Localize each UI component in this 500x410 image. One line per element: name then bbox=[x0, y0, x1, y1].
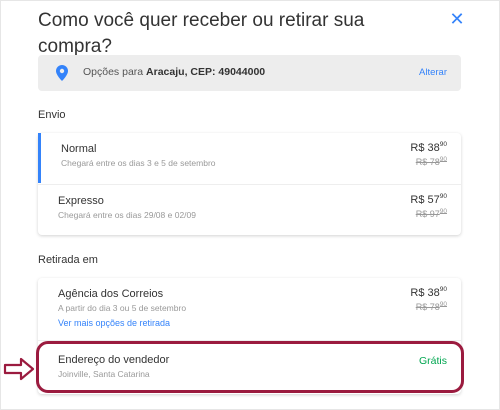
option-name: Expresso bbox=[58, 195, 104, 207]
old-price-cents: 90 bbox=[439, 301, 447, 308]
old-price-int: R$ 78 bbox=[415, 302, 440, 312]
right-arrow-outline-icon bbox=[3, 357, 35, 381]
option-subtitle: Chegará entre os dias 3 e 5 de setembro bbox=[61, 158, 216, 168]
option-name: Agência dos Correios bbox=[58, 288, 164, 300]
change-location-link[interactable]: Alterar bbox=[419, 67, 447, 78]
location-place: Aracaju, CEP: 49044000 bbox=[146, 66, 266, 78]
option-old-price: R$ 9790 bbox=[415, 208, 447, 219]
old-price-int: R$ 78 bbox=[415, 157, 440, 167]
option-subtitle: Chegará entre os dias 29/08 e 02/09 bbox=[58, 210, 196, 220]
option-name: Normal bbox=[61, 143, 97, 155]
option-old-price: R$ 7890 bbox=[415, 156, 447, 167]
option-old-price: R$ 7890 bbox=[415, 301, 447, 312]
pickup-option-agency[interactable]: Agência dos Correios A partir do dia 3 o… bbox=[38, 278, 461, 338]
option-price: R$ 3890 bbox=[410, 141, 447, 154]
location-text: Opções para Aracaju, CEP: 49044000 bbox=[83, 66, 265, 78]
location-prefix: Opções para bbox=[83, 66, 147, 78]
map-pin-icon bbox=[56, 65, 68, 81]
section-title-shipping: Envio bbox=[38, 109, 66, 121]
section-title-pickup: Retirada em bbox=[38, 254, 98, 266]
location-bar: Opções para Aracaju, CEP: 49044000 Alter… bbox=[38, 55, 461, 91]
option-price: R$ 3890 bbox=[410, 286, 447, 299]
price-cents: 90 bbox=[439, 141, 447, 148]
price-cents: 90 bbox=[439, 193, 447, 200]
option-price: R$ 5790 bbox=[410, 193, 447, 206]
shipping-option-expresso[interactable]: Expresso Chegará entre os dias 29/08 e 0… bbox=[38, 185, 461, 235]
more-pickup-options-link[interactable]: Ver mais opções de retirada bbox=[58, 318, 170, 328]
shipping-card: Normal Chegará entre os dias 3 e 5 de se… bbox=[38, 133, 461, 235]
highlight-outline bbox=[36, 341, 464, 393]
close-icon[interactable]: ✕ bbox=[446, 8, 468, 30]
price-int: R$ 57 bbox=[410, 194, 440, 206]
option-subtitle: A partir do dia 3 ou 5 de setembro bbox=[58, 303, 187, 313]
old-price-int: R$ 97 bbox=[415, 209, 440, 219]
price-int: R$ 38 bbox=[410, 287, 440, 299]
modal-title: Como você quer receber ou retirar sua co… bbox=[38, 10, 365, 57]
old-price-cents: 90 bbox=[439, 156, 447, 163]
shipping-option-normal[interactable]: Normal Chegará entre os dias 3 e 5 de se… bbox=[38, 133, 461, 183]
price-int: R$ 38 bbox=[410, 142, 440, 154]
price-cents: 90 bbox=[439, 286, 447, 293]
old-price-cents: 90 bbox=[439, 208, 447, 215]
